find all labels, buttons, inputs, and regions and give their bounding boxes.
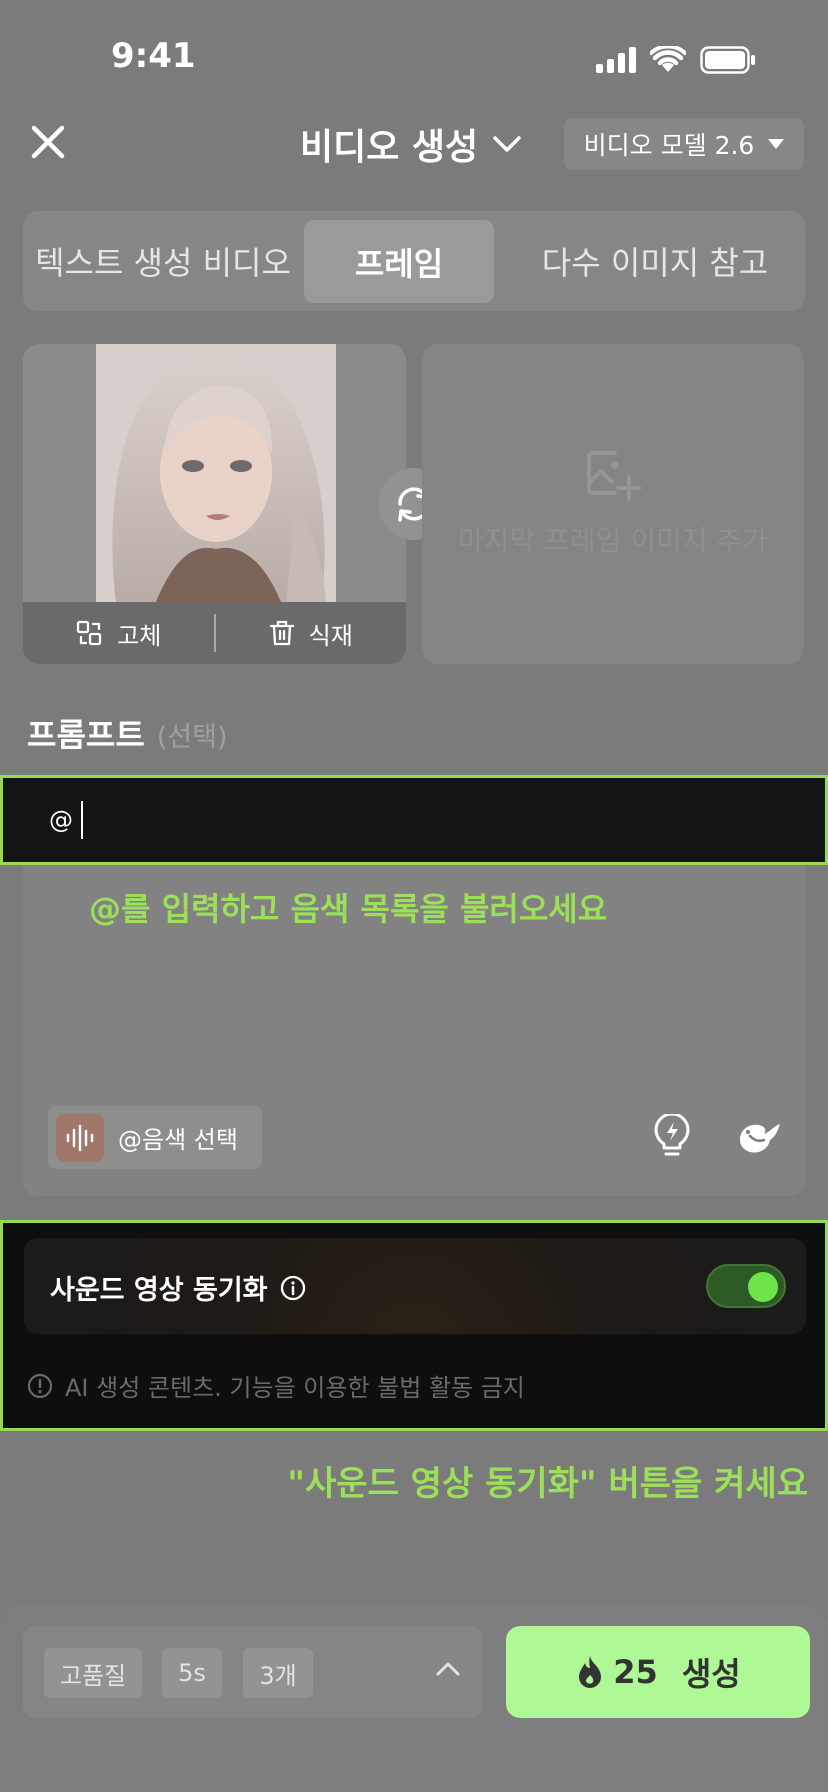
prompt-tips-button[interactable] [652,1112,692,1158]
add-last-frame-label: 마지막 프레임 이미지 추가 [457,524,769,557]
prompt-heading: 프롬프트 (선택) [27,710,228,756]
prompt-input-value: @ [49,806,73,834]
model-select-label: 비디오 모델 2.6 [583,131,755,160]
voice-select-button[interactable]: @음색 선택 [48,1106,262,1169]
mode-tabs: 텍스트 생성 비디오 프레임 다수 이미지 참고 [23,211,805,311]
credit-cost: 25 [613,1653,658,1691]
chevron-down-icon [493,136,521,152]
battery-icon [700,46,755,74]
tab-multi-image-reference[interactable]: 다수 이미지 참고 [505,211,805,311]
count-chip[interactable]: 3개 [243,1648,313,1698]
title-dropdown[interactable]: 비디오 생성 [300,118,522,170]
sound-video-sync-row: 사운드 영상 동기화 [24,1238,806,1334]
sync-panel: 사운드 영상 동기화 AI 생성 콘텐츠. 기능을 이용한 불법 활동 금지 [0,1220,828,1431]
cellular-signal-icon [596,47,636,73]
voice-select-label: @음색 선택 [118,1126,238,1154]
voice-icon-badge [56,1113,104,1162]
ai-assistant-button[interactable] [736,1118,782,1158]
delete-label: 식재 [308,621,353,650]
sync-toggle-knob [748,1272,778,1302]
disclaimer-text: AI 생성 콘텐츠. 기능을 이용한 불법 활동 금지 [65,1374,525,1402]
flame-icon [579,1656,602,1688]
first-frame-card[interactable]: 고체 식재 [23,344,406,664]
generate-label: 생성 [681,1655,741,1693]
tab-frame[interactable]: 프레임 [304,220,494,303]
add-image-icon [587,451,641,501]
generate-button[interactable]: 25 생성 [506,1626,810,1718]
text-caret [81,801,83,839]
chevron-up-icon[interactable] [433,1654,463,1684]
whale-icon [740,1124,780,1153]
status-time: 9:41 [111,36,196,76]
trash-icon [269,620,294,646]
sync-label-text: 사운드 영상 동기화 [50,1275,268,1306]
delete-button[interactable]: 식재 [216,616,407,651]
close-button[interactable] [28,122,68,162]
prompt-optional-label: (선택) [156,722,228,753]
caret-down-icon [768,139,785,149]
replace-icon [77,620,102,646]
first-frame-actions: 고체 식재 [23,602,406,664]
hint-turn-on-sync: "사운드 영상 동기화" 버튼을 켜세요 [287,1464,808,1504]
sync-label: 사운드 영상 동기화 [50,1268,306,1307]
sync-toggle[interactable] [706,1264,786,1308]
duration-chip[interactable]: 5s [162,1648,222,1698]
audio-wave-icon [66,1124,94,1151]
generation-options[interactable]: 고품질 5s 3개 [23,1626,483,1718]
replace-label: 고체 [117,621,162,650]
hint-type-at: @를 입력하고 음색 목록을 불러오세요 [89,890,608,928]
warning-icon [27,1373,53,1398]
first-frame-image [96,344,336,602]
prompt-input[interactable]: @ [0,775,828,865]
status-icons [596,44,756,76]
last-frame-card[interactable]: 마지막 프레임 이미지 추가 [422,344,804,664]
model-select[interactable]: 비디오 모델 2.6 [564,118,804,170]
close-icon [31,125,65,159]
info-icon[interactable] [280,1275,306,1301]
quality-chip[interactable]: 고품질 [44,1648,142,1698]
lightbulb-icon [654,1112,690,1156]
wifi-icon [650,46,686,72]
prompt-title: 프롬프트 [27,716,145,754]
page-title: 비디오 생성 [300,127,479,168]
tab-text-to-video[interactable]: 텍스트 생성 비디오 [23,211,303,311]
replace-button[interactable]: 고체 [23,616,214,651]
ai-disclaimer: AI 생성 콘텐츠. 기능을 이용한 불법 활동 금지 [27,1368,525,1403]
